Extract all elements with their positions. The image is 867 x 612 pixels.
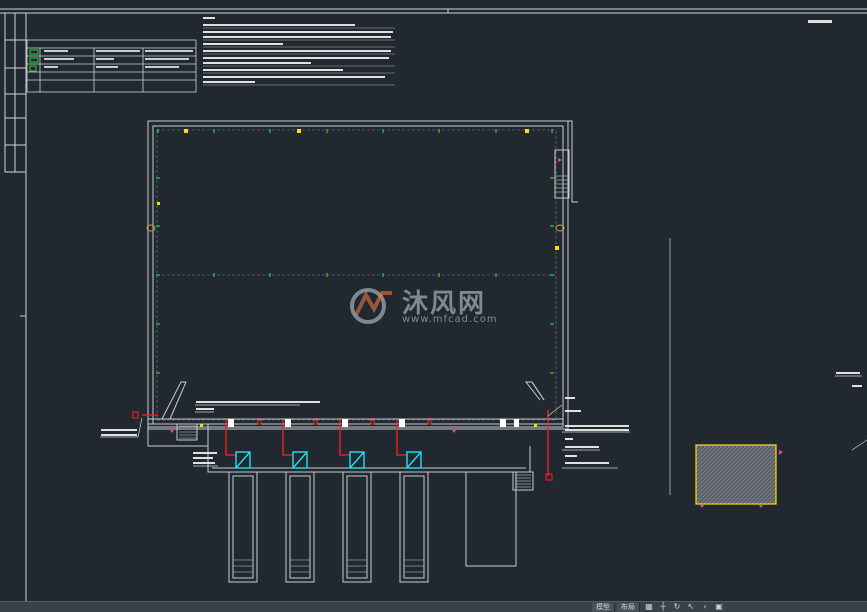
hatched-detail-box [695,444,777,505]
drawing-frame [0,8,867,601]
notes-block [203,17,395,86]
light-fixtures [156,129,554,374]
cursor-icon[interactable]: ↖ [686,603,696,611]
arrow-icon[interactable]: ‹ [700,603,710,611]
yellow-markers [157,129,559,427]
stair-hatches [179,175,568,573]
annotation-text-bars [101,20,862,464]
status-bar: 模型 布局 ▦ ┼ ↻ ↖ ‹ ▣ [0,601,867,612]
window-icon[interactable]: ▣ [714,603,724,611]
tab-model[interactable]: 模型 [592,602,615,612]
cad-drawing-canvas[interactable] [0,0,867,601]
legend-symbols [29,49,193,72]
rotate-icon[interactable]: ↻ [672,603,682,611]
pump-units [235,451,422,469]
grid-icon[interactable]: ▦ [644,603,654,611]
tab-layout[interactable]: 布局 [617,602,640,612]
magenta-markers [170,158,783,508]
column-markers [146,224,565,232]
snap-icon[interactable]: ┼ [658,603,668,611]
building-outline [147,120,578,583]
